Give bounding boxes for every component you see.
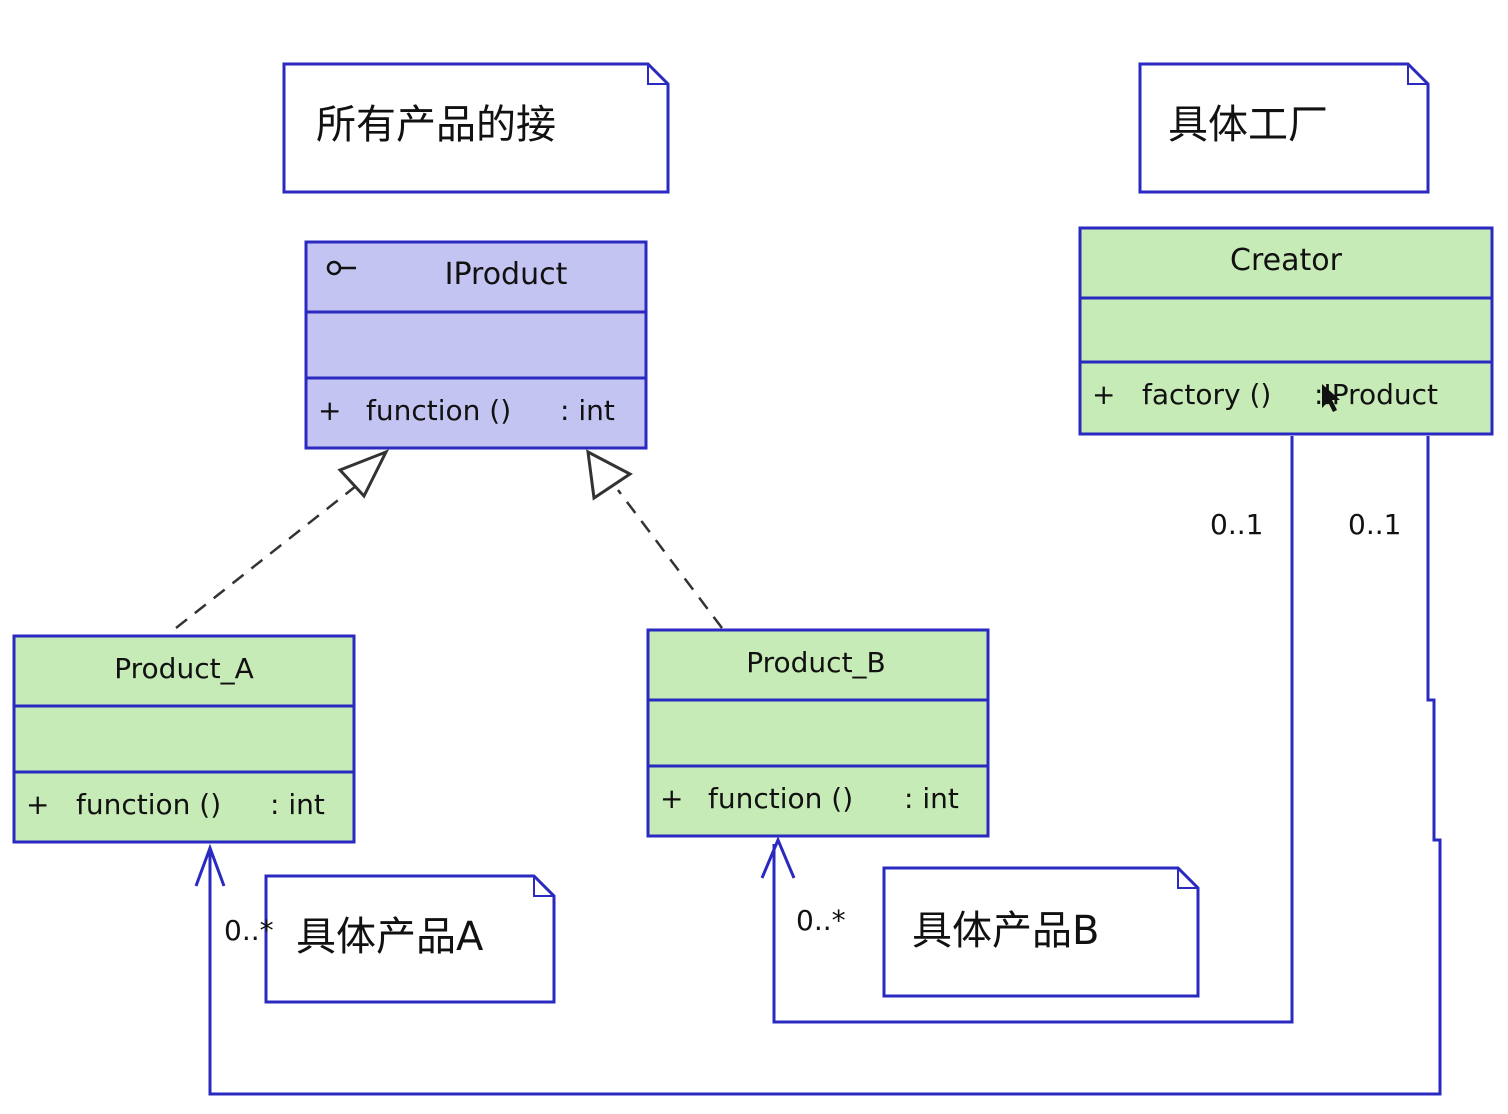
note-product-a-text: 具体产品A: [296, 914, 484, 960]
class-creator-visibility: +: [1092, 378, 1115, 411]
note-product-a: 具体产品A: [264, 874, 556, 1004]
class-product-b-name: Product_B: [746, 646, 886, 679]
class-product-a-name: Product_A: [114, 652, 253, 685]
realization-product-b: [586, 449, 723, 629]
note-factory-text: 具体工厂: [1168, 102, 1328, 148]
note-factory: 具体工厂: [1138, 62, 1430, 194]
note-product-b-text: 具体产品B: [912, 908, 1099, 954]
realization-arrowhead-b: [586, 449, 633, 501]
class-iproduct-operation: function (): [366, 394, 511, 427]
class-product-b-visibility: +: [660, 782, 683, 815]
class-product-a[interactable]: Product_A + function () : int: [12, 634, 356, 844]
class-creator-name: Creator: [1230, 243, 1343, 278]
uml-class-diagram: 所有产品的接 具体工厂 IProduct + function () : int…: [12, 62, 1494, 1096]
class-iproduct-name: IProduct: [445, 257, 568, 292]
class-iproduct[interactable]: IProduct + function () : int: [304, 240, 648, 450]
note-iproduct-text: 所有产品的接: [316, 102, 556, 148]
multiplicity-product-a: 0..*: [224, 914, 274, 947]
multiplicity-creator-left: 0..1: [1210, 508, 1263, 541]
note-iproduct: 所有产品的接: [282, 62, 670, 194]
class-iproduct-type: : int: [560, 394, 615, 427]
note-product-b: 具体产品B: [882, 866, 1200, 998]
multiplicity-product-b: 0..*: [796, 904, 846, 937]
class-product-b-operation: function (): [708, 782, 853, 815]
class-product-a-type: : int: [270, 788, 325, 821]
class-product-a-operation: function (): [76, 788, 221, 821]
class-product-b-type: : int: [904, 782, 959, 815]
realization-arrowhead-a: [337, 449, 390, 499]
multiplicity-creator-right: 0..1: [1348, 508, 1401, 541]
class-iproduct-visibility: +: [318, 394, 341, 427]
class-creator[interactable]: Creator + factory () :IProduct: [1078, 226, 1494, 436]
association-arrowhead-b: [760, 836, 796, 879]
realization-product-a: [175, 449, 390, 629]
class-creator-operation: factory (): [1142, 378, 1271, 411]
class-product-a-visibility: +: [26, 788, 49, 821]
class-product-b[interactable]: Product_B + function () : int: [646, 628, 990, 838]
